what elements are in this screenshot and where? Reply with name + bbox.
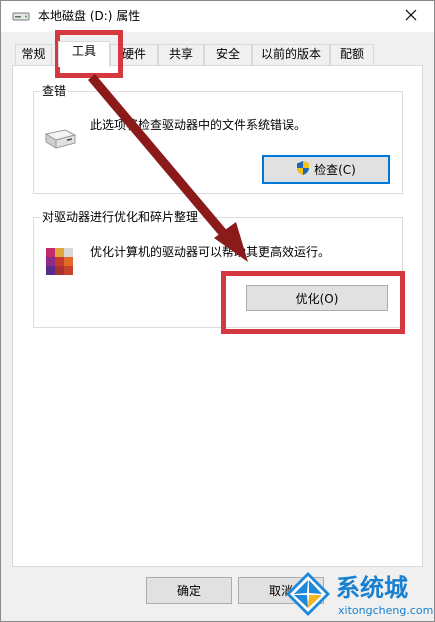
defrag-icon <box>44 244 78 281</box>
tab-tools[interactable]: 工具 <box>58 41 110 67</box>
watermark: 系统城 xitongcheng.com <box>284 566 435 622</box>
ok-button[interactable]: 确定 <box>146 577 232 604</box>
error-check-title: 查错 <box>40 83 69 99</box>
error-check-description: 此选项将检查驱动器中的文件系统错误。 <box>90 118 307 132</box>
tools-panel: 查错 此选项将检查驱动器中的文件系统错误。 检查(C) 对驱动器进行优化和碎片整… <box>12 65 423 567</box>
tab-security[interactable]: 安全 <box>204 44 252 65</box>
error-check-group: 查错 此选项将检查驱动器中的文件系统错误。 检查(C) <box>33 83 403 194</box>
tab-quota[interactable]: 配额 <box>330 44 374 65</box>
check-button-label: 检查(C) <box>314 163 356 177</box>
tab-strip: 常规 工具 硬件 共享 安全 以前的版本 配额 <box>1 41 434 67</box>
drive-title-icon <box>12 9 30 26</box>
optimize-button[interactable]: 优化(O) <box>246 285 388 311</box>
drive-icon <box>43 128 77 155</box>
window-title: 本地磁盘 (D:) 属性 <box>38 9 141 23</box>
close-icon <box>405 9 417 24</box>
check-button[interactable]: 检查(C) <box>262 155 390 184</box>
tab-hardware[interactable]: 硬件 <box>110 44 158 65</box>
watermark-url: xitongcheng.com <box>338 604 434 617</box>
optimize-title: 对驱动器进行优化和碎片整理 <box>40 209 201 225</box>
tab-previous-versions[interactable]: 以前的版本 <box>252 44 330 65</box>
watermark-name: 系统城 <box>336 574 408 602</box>
windows-logo-icon <box>284 570 332 622</box>
ok-button-label: 确定 <box>176 584 201 598</box>
optimize-group: 对驱动器进行优化和碎片整理 优化计算机的驱动器可以帮助其更高效运行。 优化(O) <box>33 209 403 328</box>
tab-sharing[interactable]: 共享 <box>158 44 204 65</box>
tab-general[interactable]: 常规 <box>15 44 52 65</box>
optimize-description: 优化计算机的驱动器可以帮助其更高效运行。 <box>90 245 331 259</box>
shield-icon <box>296 160 310 179</box>
optimize-button-label: 优化(O) <box>295 291 339 306</box>
title-bar[interactable]: 本地磁盘 (D:) 属性 <box>1 1 434 32</box>
properties-dialog: 本地磁盘 (D:) 属性 常规 工具 硬件 共享 安全 以前的版本 配额 查错 <box>0 0 435 622</box>
close-button[interactable] <box>388 1 434 32</box>
